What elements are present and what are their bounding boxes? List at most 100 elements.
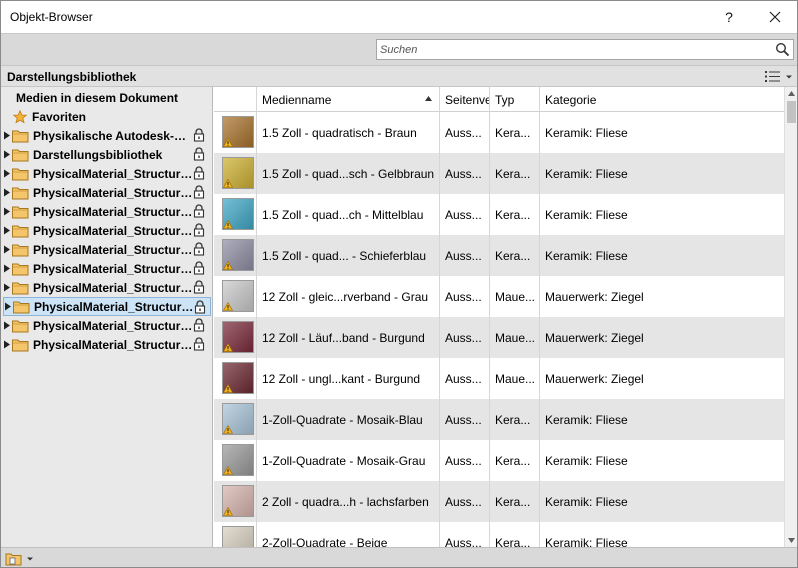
column-header-name[interactable]: Medienname [256, 87, 439, 112]
type-cell: Kera... [489, 481, 539, 522]
title-bar: Objekt-Browser ? [1, 1, 797, 33]
expand-arrow-icon[interactable] [3, 188, 11, 197]
expand-arrow-icon[interactable] [3, 264, 11, 273]
expand-arrow-icon[interactable] [3, 245, 11, 254]
material-swatch [222, 526, 254, 547]
search-toolbar [1, 33, 797, 65]
table-row[interactable]: 12 Zoll - ungl...kant - Burgund Auss... Ma… [214, 358, 784, 399]
tree-item[interactable]: PhysicalMaterial_Structura... [3, 278, 211, 297]
name-cell: 12 Zoll - gleic...rverband - Grau [256, 276, 439, 317]
expand-arrow-icon[interactable] [3, 340, 11, 349]
material-swatch [222, 362, 254, 394]
search-input[interactable] [380, 41, 770, 58]
tree-item[interactable]: PhysicalMaterial_Structura... [3, 183, 211, 202]
expand-arrow-icon[interactable] [3, 169, 11, 178]
thumbnail-cell [214, 358, 256, 399]
tree-item-favorites[interactable]: Favoriten [13, 109, 86, 125]
table-row[interactable]: 1.5 Zoll - quad...sch - Gelbbraun Auss...… [214, 153, 784, 194]
library-menu-button[interactable] [5, 550, 37, 567]
tree-item[interactable]: PhysicalMaterial_Structura... [3, 221, 211, 240]
material-swatch [222, 157, 254, 189]
material-swatch [222, 444, 254, 476]
category-cell: Keramik: Fliese [539, 153, 784, 194]
table-row[interactable]: 1.5 Zoll - quad...ch - Mittelblau Auss...… [214, 194, 784, 235]
name-cell: 1.5 Zoll - quad...ch - Mittelblau [256, 194, 439, 235]
thumbnail-cell [214, 399, 256, 440]
category-cell: Keramik: Fliese [539, 399, 784, 440]
column-header-thumbnail[interactable] [214, 87, 256, 112]
expand-arrow-icon[interactable] [3, 150, 11, 159]
tree-item-label: Physikalische Autodesk-O... [33, 128, 193, 143]
column-header-category[interactable]: Kategorie [539, 87, 784, 112]
category-cell: Mauerwerk: Ziegel [539, 276, 784, 317]
expand-arrow-icon[interactable] [3, 226, 11, 235]
table-row[interactable]: 12 Zoll - Läuf...band - Burgund Auss... Ma… [214, 317, 784, 358]
folder-icon [12, 187, 29, 199]
table-row[interactable]: 1-Zoll-Quadrate - Mosaik-Blau Auss... Kera… [214, 399, 784, 440]
tree-item[interactable]: PhysicalMaterial_Structura... [3, 316, 211, 335]
table-row[interactable]: 12 Zoll - gleic...rverband - Grau Auss...… [214, 276, 784, 317]
scroll-down-icon[interactable] [788, 538, 795, 543]
side-cell: Auss... [439, 153, 489, 194]
name-cell: 2 Zoll - quadra...h - lachsfarben [256, 481, 439, 522]
lock-icon [193, 204, 205, 218]
column-header-side[interactable]: Seitenve [439, 87, 489, 112]
view-options-button[interactable] [765, 68, 795, 85]
scrollbar-thumb[interactable] [787, 101, 796, 123]
vertical-scrollbar[interactable] [784, 87, 797, 547]
lock-icon [193, 242, 205, 256]
category-cell: Keramik: Fliese [539, 440, 784, 481]
side-cell: Auss... [439, 276, 489, 317]
expand-arrow-icon[interactable] [4, 302, 12, 311]
favorites-label: Favoriten [32, 110, 87, 124]
thumbnail-cell [214, 522, 256, 547]
window-title: Objekt-Browser [10, 10, 93, 24]
table-row[interactable]: 1.5 Zoll - quad... - Schieferblau Auss...… [214, 235, 784, 276]
search-box [376, 39, 794, 60]
tree-item[interactable]: PhysicalMaterial_Structura... [3, 259, 211, 278]
folder-icon [12, 320, 29, 332]
table-row[interactable]: 2 Zoll - quadra...h - lachsfarben Auss...… [214, 481, 784, 522]
folder-icon [12, 130, 29, 142]
list-view-icon [765, 71, 780, 82]
type-cell: Kera... [489, 235, 539, 276]
library-tree: Medien in diesem Dokument Favoriten Phys… [1, 87, 213, 547]
lock-icon [193, 128, 205, 142]
type-cell: Maue... [489, 358, 539, 399]
tree-item[interactable]: PhysicalMaterial_Structura... [3, 297, 211, 316]
search-icon[interactable] [775, 42, 790, 57]
lock-icon [193, 185, 205, 199]
expand-arrow-icon[interactable] [3, 321, 11, 330]
expand-arrow-icon[interactable] [3, 131, 11, 140]
tree-item[interactable]: PhysicalMaterial_Structura... [3, 335, 211, 354]
type-cell: Kera... [489, 153, 539, 194]
expand-arrow-icon[interactable] [3, 283, 11, 292]
folder-icon [12, 206, 29, 218]
close-button[interactable] [753, 1, 797, 33]
scroll-up-icon[interactable] [788, 91, 795, 96]
table-row[interactable]: 2-Zoll-Quadrate - Beige Auss... Kera... Ker… [214, 522, 784, 547]
table-row[interactable]: 1-Zoll-Quadrate - Mosaik-Grau Auss... Kera… [214, 440, 784, 481]
folder-icon [12, 339, 29, 351]
expand-arrow-icon[interactable] [3, 207, 11, 216]
table-row[interactable]: 1.5 Zoll - quadratisch - Braun Auss... Ker… [214, 112, 784, 153]
tree-item[interactable]: PhysicalMaterial_Structura... [3, 202, 211, 221]
side-cell: Auss... [439, 440, 489, 481]
column-header-type[interactable]: Typ [489, 87, 539, 112]
help-button[interactable]: ? [707, 1, 751, 33]
tree-item[interactable]: Physikalische Autodesk-O... [3, 126, 211, 145]
folder-icon [12, 225, 29, 237]
tree-item[interactable]: PhysicalMaterial_Structura... [3, 240, 211, 259]
name-cell: 1-Zoll-Quadrate - Mosaik-Grau [256, 440, 439, 481]
footer-bar [1, 547, 797, 567]
material-swatch [222, 280, 254, 312]
chevron-down-icon [27, 557, 33, 560]
tree-item[interactable]: Darstellungsbibliothek [3, 145, 211, 164]
tree-item[interactable]: PhysicalMaterial_Structura... [3, 164, 211, 183]
side-cell: Auss... [439, 358, 489, 399]
thumbnail-cell [214, 194, 256, 235]
name-cell: 1.5 Zoll - quadratisch - Braun [256, 112, 439, 153]
thumbnail-cell [214, 235, 256, 276]
star-icon [13, 110, 27, 124]
lock-icon [193, 147, 205, 161]
